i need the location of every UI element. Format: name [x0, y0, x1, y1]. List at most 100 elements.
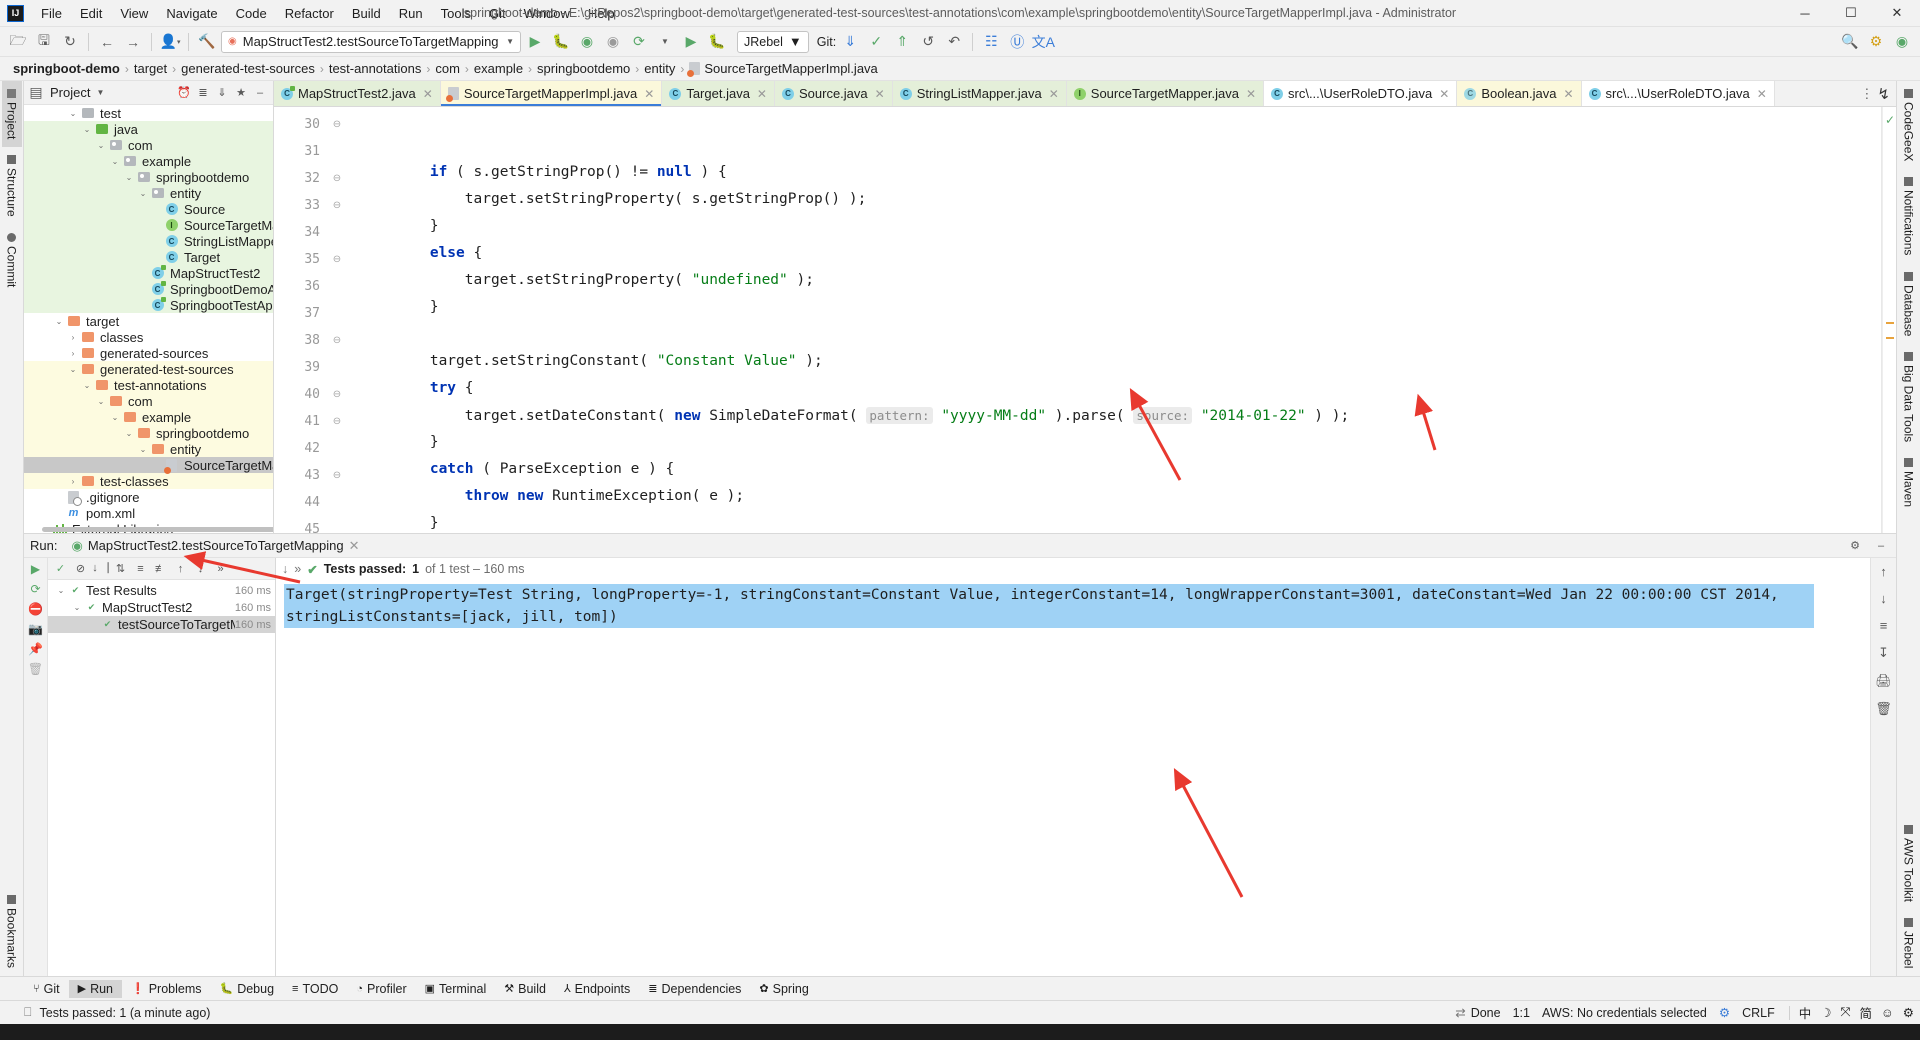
back-arrow-icon[interactable]: ← — [95, 30, 119, 54]
commit-icon[interactable]: ✓ — [864, 30, 888, 54]
fold-toggle-icon[interactable]: ⊖ — [326, 408, 348, 435]
chevron-right-icon[interactable]: › — [66, 477, 80, 486]
notifications-icon[interactable]: ◉ — [1890, 30, 1914, 54]
editor-tab[interactable]: Csrc\...\UserRoleDTO.java ✕ — [1581, 81, 1775, 106]
tool-window-button-terminal[interactable]: ▣ Terminal — [416, 980, 496, 998]
sync-icon[interactable]: ↻ — [58, 30, 82, 54]
close-button[interactable]: ✕ — [1874, 0, 1920, 27]
stop-icon[interactable]: ⛔ — [28, 602, 43, 616]
tree-row[interactable]: C SpringbootTestApplicationTests — [24, 297, 273, 313]
clear-all-icon[interactable]: 🗑 — [1875, 701, 1892, 717]
line-separator[interactable]: CRLF — [1742, 1006, 1775, 1020]
toggle-passed-icon[interactable]: ⊘ — [72, 560, 89, 577]
sidebar-item-bookmarks[interactable]: Bookmarks — [2, 887, 22, 976]
scroll-up-icon[interactable]: ↑ — [1880, 564, 1887, 579]
close-icon[interactable]: ✕ — [644, 87, 654, 101]
rerun-icon[interactable]: ⟳ — [627, 30, 651, 54]
prev-failed-icon[interactable]: ↑ — [172, 560, 189, 577]
chevron-down-icon[interactable]: ⌄ — [66, 365, 80, 374]
next-failed-icon[interactable]: ↓ — [192, 560, 209, 577]
tool-window-button-dependencies[interactable]: ≣ Dependencies — [639, 980, 750, 998]
rerun-icon[interactable]: ✓ — [52, 560, 69, 577]
tree-row[interactable]: SourceTargetMapperImpl — [24, 457, 273, 474]
spell-check-icon[interactable]: ⚙ — [1719, 1005, 1730, 1020]
chevron-down-icon[interactable]: ⌄ — [136, 189, 150, 198]
sidebar-item-bigdatatools[interactable]: Big Data Tools — [1899, 344, 1919, 450]
sidebar-item-database[interactable]: Database — [1899, 264, 1919, 344]
ime-simplified[interactable]: 简 — [1860, 1003, 1873, 1022]
fold-toggle-icon[interactable]: ⊖ — [326, 381, 348, 408]
tree-row[interactable]: ⌄ entity — [24, 441, 273, 457]
editor-area[interactable]: 3031323334353637383940414243444546474849… — [274, 107, 1896, 533]
test-tree-row[interactable]: ✔ testSourceToTargetMapping160 ms — [48, 616, 275, 633]
editor-tab[interactable]: C StringListMapper.java ✕ — [892, 81, 1067, 106]
tool-window-button-endpoints[interactable]: ⅄ Endpoints — [555, 980, 639, 998]
tree-row[interactable]: › generated-sources — [24, 345, 273, 361]
breadcrumb-item-project[interactable]: springboot-demo — [8, 61, 125, 76]
more-icon[interactable]: » — [294, 562, 301, 576]
run-icon[interactable]: ▶ — [523, 30, 547, 54]
tree-row[interactable]: ⌄ test — [24, 105, 273, 121]
run-tab[interactable]: ◉ MapStructTest2.testSourceToTargetMappi… — [65, 538, 365, 554]
tree-row[interactable]: ⌄ example — [24, 409, 273, 425]
breadcrumb-item-com[interactable]: com — [430, 61, 465, 76]
code-folding-gutter[interactable]: ⊖⊖⊖⊖⊖⊖⊖⊖⊖ — [326, 107, 348, 533]
more-tabs-icon[interactable]: ⋮ — [1860, 86, 1873, 102]
fold-toggle-icon[interactable]: ⊖ — [326, 111, 348, 138]
jrebel-selector[interactable]: JRebel ▼ — [737, 30, 809, 53]
sidebar-item-structure[interactable]: Structure — [2, 147, 22, 225]
tree-row[interactable]: ⌄ com — [24, 137, 273, 153]
update-project-icon[interactable]: ⇓ — [838, 30, 862, 54]
menu-navigate[interactable]: Navigate — [157, 3, 226, 24]
settings-gear-icon[interactable]: ⚙ — [1864, 30, 1888, 54]
ime-smiley-icon[interactable]: ☺ — [1881, 1006, 1894, 1020]
chevron-down-icon[interactable]: ⌄ — [108, 413, 122, 422]
tree-row[interactable]: ⌄ com — [24, 393, 273, 409]
sidebar-item-codegeex[interactable]: CodeGeeX — [1899, 81, 1919, 169]
breadcrumb-item-entity[interactable]: entity — [639, 61, 680, 76]
profile-icon[interactable]: 👤 ▾ — [158, 30, 182, 54]
trash-icon[interactable]: 🗑 — [28, 662, 43, 676]
camera-icon[interactable]: 📷 — [28, 622, 43, 636]
rerun-icon[interactable]: ▶ — [31, 562, 40, 576]
chevron-down-icon[interactable]: ⌄ — [54, 586, 68, 595]
menu-run[interactable]: Run — [390, 3, 432, 24]
editor-tab[interactable]: C Source.java ✕ — [774, 81, 893, 106]
menu-tools[interactable]: Tools — [432, 3, 480, 24]
sidebar-item-maven[interactable]: Maven — [1899, 450, 1919, 515]
soft-wrap-icon[interactable]: ≡ — [1880, 618, 1888, 633]
editor-tab-bar[interactable]: C MapStructTest2.java ✕ SourceTargetMapperI… — [274, 81, 1896, 107]
chevron-down-icon[interactable]: ⌄ — [122, 429, 136, 438]
chevron-right-icon[interactable]: › — [66, 333, 80, 342]
sidebar-item-awstoolkit[interactable]: AWS Toolkit — [1899, 817, 1919, 910]
tree-row[interactable]: ⌄ java — [24, 121, 273, 137]
fold-toggle-icon[interactable]: ⊖ — [326, 192, 348, 219]
fold-toggle-icon[interactable]: ⊖ — [326, 165, 348, 192]
tool-window-button-profiler[interactable]: ◔ Profiler — [347, 980, 415, 998]
run-with-coverage-icon[interactable]: ◉ — [575, 30, 599, 54]
tool-window-button-problems[interactable]: ❗ Problems — [122, 980, 211, 998]
gear-icon[interactable]: ⚙ — [1846, 537, 1864, 555]
tree-row[interactable]: ⌄ entity — [24, 185, 273, 201]
menu-code[interactable]: Code — [227, 3, 276, 24]
test-tree-row[interactable]: ⌄ ✔ MapStructTest2 160 ms — [48, 599, 275, 616]
chevron-down-icon[interactable]: ⌄ — [52, 317, 66, 326]
chevron-down-icon[interactable]: ⌄ — [122, 173, 136, 182]
console-output[interactable]: Target(stringProperty=Test String, longP… — [276, 580, 1870, 976]
breadcrumb-item-example[interactable]: example — [469, 61, 528, 76]
tree-row[interactable]: ⌄ springbootdemo — [24, 425, 273, 441]
maximize-button[interactable]: ☐ — [1828, 0, 1874, 27]
tree-row[interactable]: C SpringbootDemoApplicationTests — [24, 281, 273, 297]
hammer-icon[interactable]: 🔨 — [195, 30, 219, 54]
tree-row[interactable]: .gitignore — [24, 489, 273, 506]
scroll-down-icon[interactable]: ↓ — [1880, 591, 1887, 606]
breadcrumb-item-generated-test-sources[interactable]: generated-test-sources — [176, 61, 320, 76]
breadcrumb-item-test-annotations[interactable]: test-annotations — [324, 61, 427, 76]
tree-row[interactable]: ⌄ test-annotations — [24, 377, 273, 393]
chevron-down-icon[interactable]: ▼ — [653, 30, 677, 54]
tree-row[interactable]: C Source — [24, 201, 273, 217]
menu-help[interactable]: Help — [579, 3, 624, 24]
close-icon[interactable]: ✕ — [349, 538, 360, 554]
expand-all-icon[interactable]: ≣ — [194, 84, 212, 102]
horizontal-scrollbar[interactable] — [42, 527, 273, 532]
